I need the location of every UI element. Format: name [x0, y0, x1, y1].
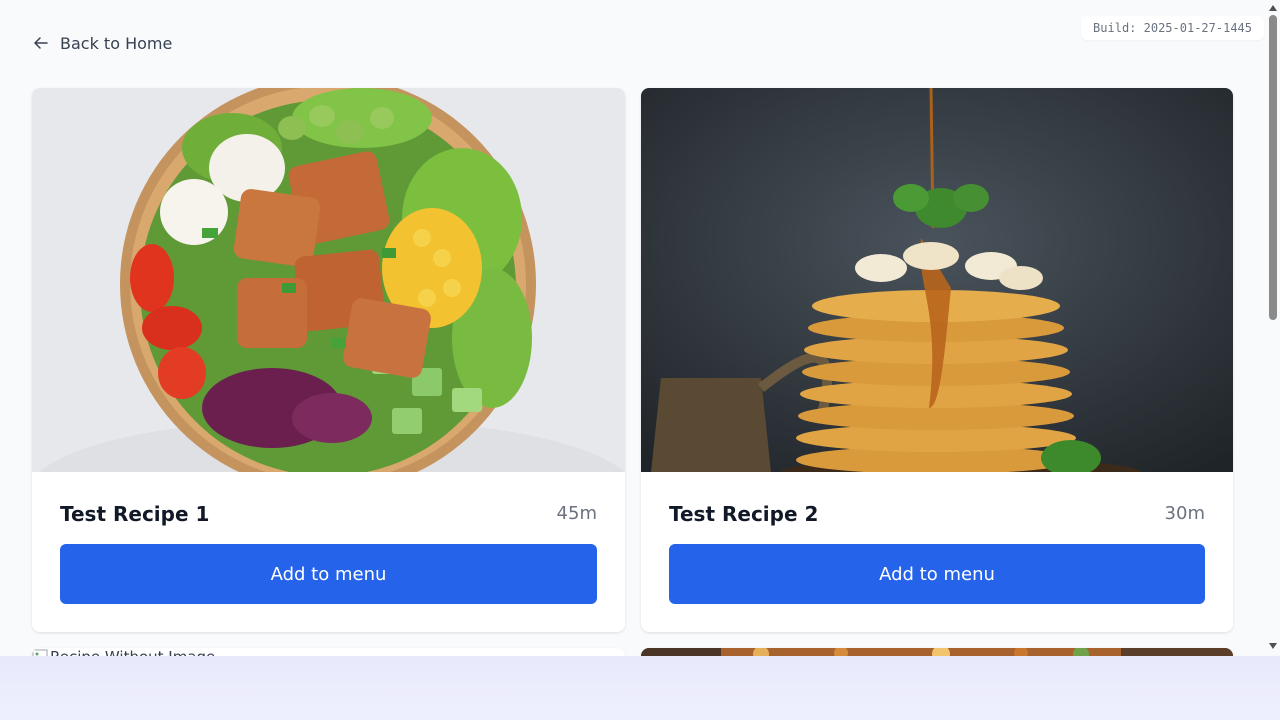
- scroll-down-arrow-icon[interactable]: [1269, 643, 1277, 649]
- recipe-time: 45m: [556, 503, 597, 524]
- add-to-menu-button[interactable]: Add to menu: [669, 544, 1205, 604]
- recipe-image-missing: Recipe Without Image: [32, 648, 215, 656]
- add-to-menu-button[interactable]: Add to menu: [60, 544, 597, 604]
- recipe-card: Test Recipe 2 30m Add to menu: [641, 88, 1233, 632]
- recipe-image-alt-text: Recipe Without Image: [50, 648, 215, 656]
- page: Back to Home Build: 2025-01-27-1445 Test…: [0, 0, 1266, 656]
- recipe-image-salad-bowl: [32, 88, 625, 472]
- back-to-home-label: Back to Home: [60, 33, 173, 53]
- recipe-card-body: Test Recipe 1 45m Add to menu: [32, 472, 625, 632]
- recipe-card: [641, 648, 1233, 656]
- broken-image-icon: [32, 649, 48, 656]
- recipe-time: 30m: [1164, 503, 1205, 524]
- arrow-left-icon: [34, 37, 48, 49]
- scroll-up-arrow-icon[interactable]: [1269, 5, 1277, 11]
- scrollbar-thumb[interactable]: [1269, 15, 1277, 320]
- build-badge: Build: 2025-01-27-1445: [1081, 16, 1264, 40]
- recipe-card-body: Test Recipe 2 30m Add to menu: [641, 472, 1233, 632]
- recipe-image-pancake-stack: [641, 88, 1233, 472]
- recipe-card: Test Recipe 1 45m Add to menu: [32, 88, 625, 632]
- recipe-title: Test Recipe 1: [60, 502, 210, 526]
- back-to-home-link[interactable]: Back to Home: [32, 32, 172, 54]
- recipe-card: Recipe Without Image: [32, 648, 625, 656]
- bottom-panel: [0, 656, 1280, 720]
- vertical-scrollbar[interactable]: [1266, 0, 1280, 656]
- recipe-image-pasta-dish: [641, 648, 1233, 656]
- recipe-title: Test Recipe 2: [669, 502, 819, 526]
